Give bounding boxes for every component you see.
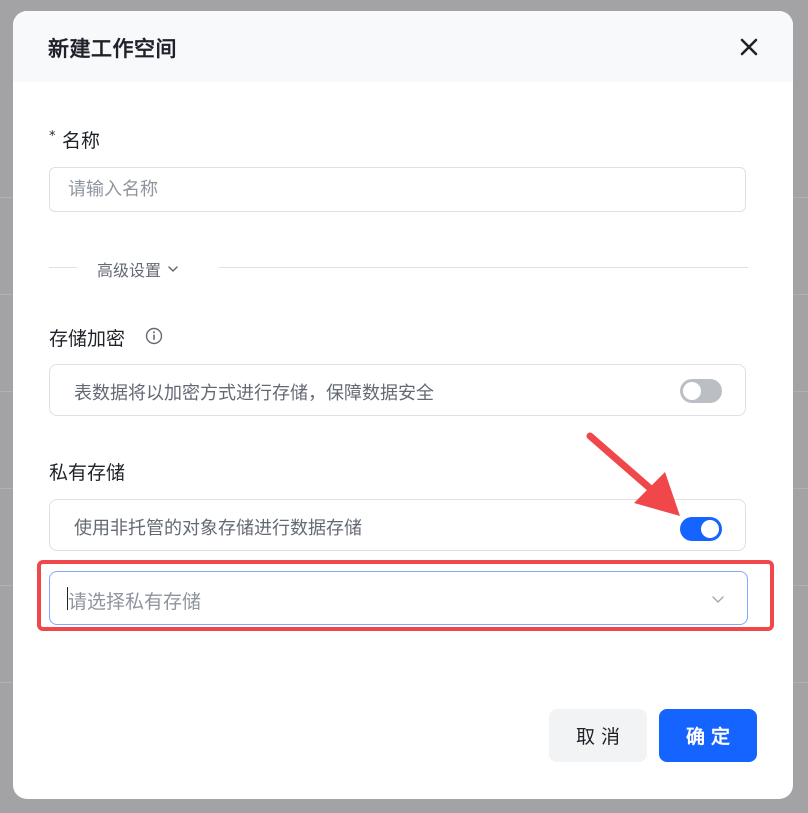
close-icon[interactable]	[738, 36, 760, 58]
confirm-button[interactable]: 确定	[659, 709, 757, 762]
encryption-toggle[interactable]	[680, 379, 722, 403]
private-storage-label: 私有存储	[49, 462, 126, 484]
create-workspace-dialog: 新建工作空间 * 名称 高级设置 存储加密 表数据将以加密方式进行存储，保障数据…	[13, 11, 793, 799]
advanced-divider-left	[49, 267, 77, 268]
dialog-header: 新建工作空间	[13, 11, 793, 82]
chevron-down-icon	[710, 591, 726, 607]
chevron-down-icon	[167, 260, 179, 279]
private-storage-select[interactable]: 请选择私有存储	[49, 571, 748, 625]
name-label: 名称	[62, 130, 101, 152]
encryption-option-box: 表数据将以加密方式进行存储，保障数据安全	[49, 364, 746, 416]
toggle-knob	[683, 382, 701, 400]
encryption-label: 存储加密	[49, 328, 126, 350]
private-storage-description: 使用非托管的对象存储进行数据存储	[74, 518, 362, 539]
cancel-button[interactable]: 取消	[549, 709, 647, 762]
advanced-settings-toggle[interactable]: 高级设置	[97, 257, 179, 281]
dialog-title: 新建工作空间	[48, 37, 177, 61]
private-storage-option-box: 使用非托管的对象存储进行数据存储	[49, 499, 746, 551]
name-input[interactable]	[49, 167, 746, 212]
toggle-knob	[701, 520, 719, 538]
info-circle-icon[interactable]	[145, 327, 163, 345]
advanced-settings-label: 高级设置	[97, 261, 162, 280]
required-mark: *	[49, 129, 56, 144]
private-storage-toggle[interactable]	[680, 517, 722, 541]
advanced-divider-right	[219, 267, 748, 268]
private-storage-select-placeholder: 请选择私有存储	[68, 591, 202, 613]
encryption-description: 表数据将以加密方式进行存储，保障数据安全	[74, 383, 434, 404]
